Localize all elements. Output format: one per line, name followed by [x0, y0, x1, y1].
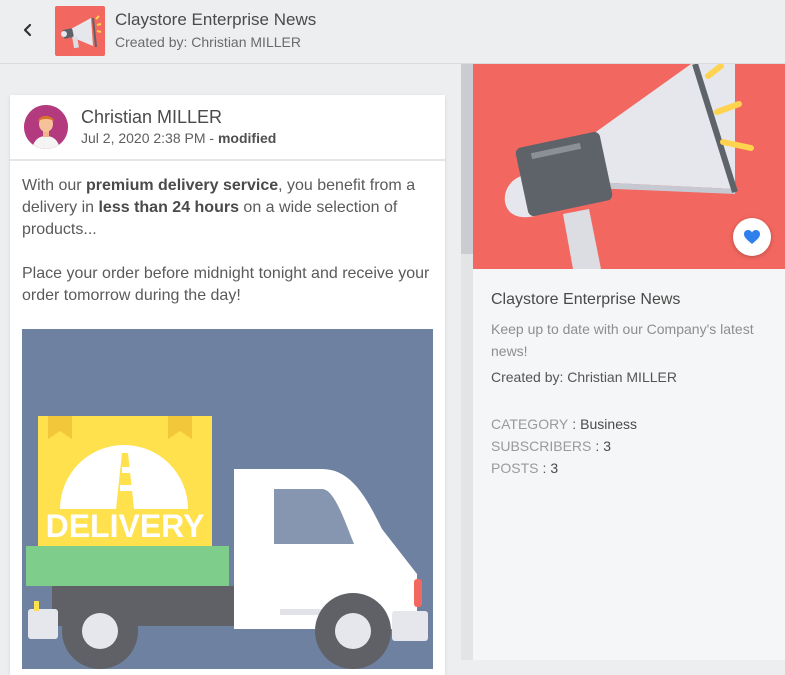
post-header: Christian MILLER Jul 2, 2020 2:38 PM - m…	[10, 95, 445, 161]
chevron-left-icon	[23, 23, 32, 37]
feed-scrollbar[interactable]	[461, 64, 473, 660]
stat-separator: :	[595, 438, 600, 454]
bold-run: less than 24 hours	[98, 199, 239, 216]
stat-value: 3	[550, 460, 559, 476]
megaphone-icon	[61, 15, 102, 49]
channel-description: Keep up to date with our Company's lates…	[491, 321, 754, 359]
post-author[interactable]: Christian MILLER	[81, 107, 222, 128]
post-paragraph-2: Place your order before midnight tonight…	[22, 265, 430, 304]
channel-creator: Created by: Christian MILLER	[491, 369, 677, 385]
post-image[interactable]: DELIVERY	[22, 329, 433, 669]
stat-key: SUBSCRIBERS	[491, 438, 592, 454]
stat-subscribers: SUBSCRIBERS:3	[491, 438, 611, 454]
channel-thumbnail	[55, 6, 105, 56]
bold-run: premium delivery service	[86, 177, 279, 194]
heart-icon	[744, 230, 760, 244]
stat-category: CATEGORY: Business	[491, 416, 637, 432]
stat-separator: :	[542, 460, 547, 476]
post-meta: Jul 2, 2020 2:38 PM - modified	[81, 130, 276, 146]
post-date: Jul 2, 2020 2:38 PM	[81, 130, 206, 146]
channel-title: Claystore Enterprise News	[491, 291, 681, 308]
post-paragraph-1: With our premium delivery service, you b…	[22, 175, 436, 241]
back-button[interactable]	[16, 18, 40, 42]
page-title: Claystore Enterprise News	[115, 10, 317, 29]
modified-label: modified	[217, 130, 277, 146]
stat-value: 3	[603, 438, 612, 454]
page-subtitle: Created by: Christian MILLER	[115, 34, 301, 50]
top-bar: Claystore Enterprise News Created by: Ch…	[0, 0, 785, 64]
scrollbar-thumb[interactable]	[461, 64, 473, 254]
stat-key: POSTS	[491, 460, 539, 476]
post-card: Christian MILLER Jul 2, 2020 2:38 PM - m…	[10, 95, 445, 675]
user-avatar-icon	[24, 105, 68, 149]
post-body: With our premium delivery service, you b…	[22, 175, 436, 329]
channel-info-panel: Claystore Enterprise News Keep up to dat…	[473, 64, 785, 660]
favorite-button[interactable]	[733, 218, 771, 256]
stat-posts: POSTS:3	[491, 460, 558, 476]
stat-key: CATEGORY	[491, 416, 569, 432]
stat-value: Business	[580, 416, 637, 432]
delivery-label: DELIVERY	[46, 508, 205, 544]
delivery-truck-illustration: DELIVERY	[22, 329, 433, 669]
avatar[interactable]	[24, 105, 68, 149]
channel-hero-image	[473, 64, 785, 269]
stat-separator: :	[572, 416, 577, 432]
meta-separator: -	[205, 130, 218, 146]
text-run: With our	[22, 177, 87, 194]
